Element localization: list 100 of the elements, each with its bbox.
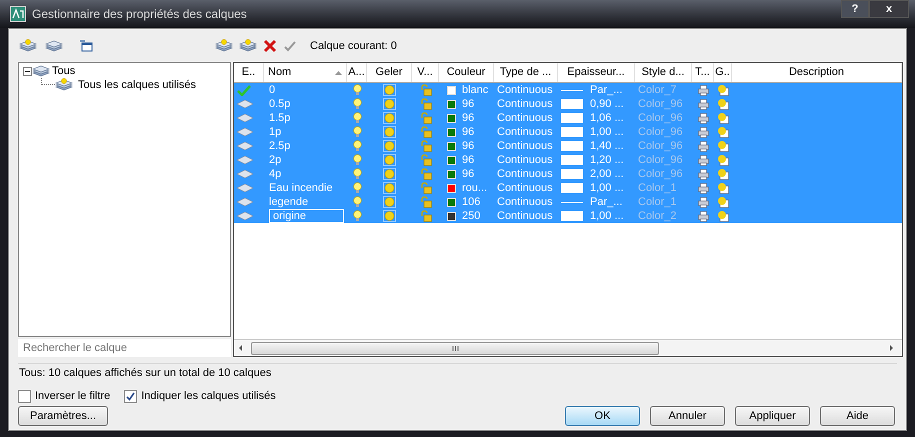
sun-page-icon[interactable] bbox=[717, 168, 729, 180]
dialog-button[interactable]: Annuler bbox=[650, 406, 725, 426]
column-header[interactable]: Style d... bbox=[642, 64, 684, 81]
printer-icon[interactable] bbox=[698, 168, 708, 180]
sun-page-icon[interactable] bbox=[717, 140, 729, 152]
sun-icon[interactable] bbox=[383, 154, 396, 166]
column-header[interactable]: A... bbox=[348, 64, 365, 81]
layer-name: Eau incendie bbox=[269, 181, 333, 195]
sun-page-icon[interactable] bbox=[717, 210, 729, 222]
lightbulb-icon[interactable] bbox=[352, 210, 362, 222]
padlock-icon[interactable] bbox=[420, 210, 432, 222]
sun-page-icon[interactable] bbox=[717, 112, 729, 124]
color-label: 250 bbox=[462, 209, 480, 223]
sun-page-icon[interactable] bbox=[717, 84, 729, 96]
linetype-label: Continuous bbox=[497, 97, 553, 111]
sort-arrow-icon bbox=[335, 71, 342, 75]
sun-icon[interactable] bbox=[383, 210, 396, 222]
column-header[interactable]: V... bbox=[417, 64, 433, 81]
search-field[interactable]: Rechercher le calque bbox=[18, 339, 231, 357]
lightbulb-icon[interactable] bbox=[352, 126, 362, 138]
lightbulb-icon[interactable] bbox=[352, 98, 362, 110]
sun-icon[interactable] bbox=[383, 126, 396, 138]
lineweight-label: 0,90 ... bbox=[590, 97, 624, 111]
tree-item[interactable]: Tous les calques utilisés bbox=[77, 76, 198, 94]
printer-icon[interactable] bbox=[698, 196, 708, 208]
sun-page-icon[interactable] bbox=[717, 98, 729, 110]
checkmark-icon bbox=[126, 392, 136, 400]
column-header[interactable]: T... bbox=[695, 64, 710, 81]
lightbulb-icon[interactable] bbox=[352, 168, 362, 180]
printer-icon[interactable] bbox=[698, 126, 708, 138]
column-header[interactable]: Description bbox=[788, 64, 844, 81]
lightbulb-icon[interactable] bbox=[352, 154, 362, 166]
padlock-icon[interactable] bbox=[420, 84, 432, 96]
lightbulb-icon[interactable] bbox=[352, 140, 362, 152]
padlock-icon[interactable] bbox=[420, 112, 432, 124]
plot-style-label: Color_1 bbox=[638, 181, 677, 195]
plot-style-label: Color_7 bbox=[638, 83, 677, 97]
dialog-button[interactable]: Aide bbox=[820, 406, 895, 426]
column-header[interactable]: Type de ... bbox=[500, 64, 552, 81]
linetype-label: Continuous bbox=[497, 153, 553, 167]
column-header[interactable]: Nom bbox=[268, 64, 292, 81]
printer-icon[interactable] bbox=[698, 140, 708, 152]
help-button[interactable]: ? bbox=[841, 0, 869, 18]
lightbulb-icon[interactable] bbox=[352, 84, 362, 96]
dialog-button[interactable]: OK bbox=[565, 406, 640, 426]
sun-icon[interactable] bbox=[383, 168, 396, 180]
sun-icon[interactable] bbox=[383, 196, 396, 208]
printer-icon[interactable] bbox=[698, 210, 708, 222]
plot-style-label: Color_96 bbox=[638, 167, 683, 181]
status-text: Tous: 10 calques affichés sur un total de 10 calques bbox=[18, 366, 272, 382]
layer-name: origine bbox=[269, 209, 344, 223]
sun-page-icon[interactable] bbox=[717, 154, 729, 166]
printer-icon[interactable] bbox=[698, 98, 708, 110]
color-label: 96 bbox=[462, 125, 474, 139]
color-label: 96 bbox=[462, 97, 474, 111]
sun-page-icon[interactable] bbox=[717, 126, 729, 138]
lineweight-label: 1,00 ... bbox=[590, 209, 624, 223]
horizontal-scrollbar[interactable] bbox=[234, 339, 902, 356]
column-header[interactable]: Epaisseur... bbox=[567, 64, 625, 81]
padlock-icon[interactable] bbox=[420, 98, 432, 110]
color-label: 96 bbox=[462, 111, 474, 125]
sun-page-icon[interactable] bbox=[717, 182, 729, 194]
sun-icon[interactable] bbox=[383, 140, 396, 152]
sun-page-icon[interactable] bbox=[717, 196, 729, 208]
sun-icon[interactable] bbox=[383, 182, 396, 194]
checkbox[interactable] bbox=[18, 390, 31, 402]
column-header[interactable]: Geler bbox=[376, 64, 402, 81]
collapse-icon[interactable] bbox=[23, 66, 32, 76]
lightbulb-icon[interactable] bbox=[352, 182, 362, 194]
dialog-button[interactable]: Appliquer bbox=[735, 406, 810, 426]
lightbulb-icon[interactable] bbox=[352, 112, 362, 124]
close-button[interactable]: x bbox=[869, 0, 909, 18]
lineweight-label: Par_... bbox=[590, 83, 622, 97]
padlock-icon[interactable] bbox=[420, 196, 432, 208]
plot-style-label: Color_96 bbox=[638, 97, 683, 111]
printer-icon[interactable] bbox=[698, 154, 708, 166]
layer-name: 2.5p bbox=[269, 139, 290, 153]
color-label: 106 bbox=[462, 195, 480, 209]
scroll-thumb[interactable] bbox=[251, 342, 659, 354]
sun-icon[interactable] bbox=[383, 98, 396, 110]
padlock-icon[interactable] bbox=[420, 140, 432, 152]
printer-icon[interactable] bbox=[698, 182, 708, 194]
sun-icon[interactable] bbox=[383, 112, 396, 124]
padlock-icon[interactable] bbox=[420, 126, 432, 138]
padlock-icon[interactable] bbox=[420, 168, 432, 180]
window-icon bbox=[79, 39, 93, 53]
sun-icon[interactable] bbox=[383, 84, 396, 96]
column-header[interactable]: Couleur bbox=[446, 64, 486, 81]
printer-icon[interactable] bbox=[698, 112, 708, 124]
printer-icon[interactable] bbox=[698, 84, 708, 96]
column-header[interactable]: E.. bbox=[242, 64, 256, 81]
checkbox[interactable] bbox=[124, 390, 138, 402]
tree-item[interactable]: Tous bbox=[51, 62, 76, 80]
layer-name: 1.5p bbox=[269, 111, 290, 125]
lightbulb-icon[interactable] bbox=[352, 196, 362, 208]
settings-button[interactable]: Paramètres... bbox=[18, 406, 108, 426]
column-header[interactable]: G.. bbox=[715, 64, 730, 81]
padlock-icon[interactable] bbox=[420, 182, 432, 194]
padlock-icon[interactable] bbox=[420, 154, 432, 166]
layers-icon bbox=[32, 64, 50, 78]
